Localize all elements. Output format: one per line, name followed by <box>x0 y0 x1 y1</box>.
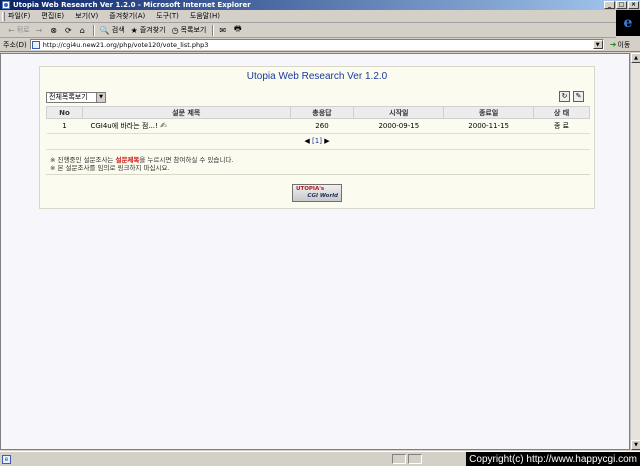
minimize-button[interactable]: _ <box>604 1 615 9</box>
survey-subject-link[interactable]: CGI4u에 바라는 점...! ✍ <box>82 118 291 134</box>
column-header-subject: 설문 제목 <box>81 106 291 119</box>
stop-icon: ⊗ <box>50 25 57 35</box>
address-input[interactable]: http://cgi4u.new21.org/php/vote120/vote_… <box>29 39 604 50</box>
toolbar: ← 뒤로 → ⊗ ⟳ ⌂ 🔍 검색 ★ 즐겨찾기 ◷ 목록보기 ✉ 🖶 <box>0 23 616 38</box>
note-line-1: ※ 진행중인 설문조사는 설문제목을 누르시면 참여하실 수 있습니다. <box>50 156 234 164</box>
status-cell <box>392 454 406 464</box>
window-title: Utopia Web Research Ver 1.2.0 - Microsof… <box>13 1 251 9</box>
write-icon[interactable]: ✎ <box>573 91 584 102</box>
pencil-icon: ✍ <box>160 121 167 130</box>
row-end-date: 2000-11-15 <box>443 118 534 134</box>
row-status: 종 료 <box>533 118 590 134</box>
badge-line-1: UTOPIA's <box>296 186 325 192</box>
ie-logo: e <box>616 10 640 36</box>
survey-panel: Utopia Web Research Ver 1.2.0 전체목록보기 ▼ ↻… <box>39 66 595 209</box>
table-header-row: No 설문 제목 총응답 시작일 종료일 상 태 <box>46 106 590 119</box>
status-bar: e Copyright(c) http://www.happycgi.com <box>0 451 640 466</box>
pagination: ◀ [1] ▶ <box>40 137 594 145</box>
menu-grip <box>2 12 5 21</box>
back-button[interactable]: ← 뒤로 <box>8 25 30 35</box>
column-header-total: 총응답 <box>289 106 355 119</box>
page-icon <box>31 40 40 49</box>
stop-button[interactable]: ⊗ <box>50 26 59 35</box>
mail-icon: ✉ <box>219 25 227 35</box>
column-header-no: No <box>46 106 83 119</box>
copyright-text: Copyright(c) http://www.happycgi.com <box>466 452 640 466</box>
toolbar-separator <box>212 24 215 36</box>
menu-view[interactable]: 보기(V) <box>75 11 98 21</box>
address-url: http://cgi4u.new21.org/php/vote120/vote_… <box>42 40 209 49</box>
history-icon: ◷ <box>171 25 179 35</box>
refresh-icon: ⟳ <box>65 25 72 35</box>
menu-edit[interactable]: 편집(E) <box>41 11 64 21</box>
badge-line-2: CGI World <box>307 193 338 199</box>
page-title: Utopia Web Research Ver 1.2.0 <box>246 71 388 82</box>
print-icon: 🖶 <box>234 24 242 33</box>
menu-help[interactable]: 도움말(H) <box>190 11 220 21</box>
go-button[interactable]: ➜ 이동 <box>610 40 631 50</box>
list-view-select[interactable]: 전체목록보기 ▼ <box>46 92 106 103</box>
menu-file[interactable]: 파일(F) <box>8 11 30 21</box>
note-line-2: ※ 본 설문조사를 임의로 링크하지 마십시요. <box>50 164 170 172</box>
survey-table: No 설문 제목 총응답 시작일 종료일 상 태 1 CGI4u에 바라는 점.… <box>46 106 590 134</box>
toolbar-separator <box>92 24 95 36</box>
page-content: Utopia Web Research Ver 1.2.0 전체목록보기 ▼ ↻… <box>0 53 630 450</box>
note-highlight: 설문제목 <box>115 156 140 164</box>
search-icon: 🔍 <box>99 25 110 35</box>
scroll-up-arrow-icon[interactable]: ▲ <box>631 53 640 63</box>
print-button[interactable]: 🖶 <box>234 23 244 37</box>
menu-bar: 파일(F) 편집(E) 보기(V) 즐겨찾기(A) 도구(T) 도움말(H) <box>0 10 640 23</box>
vertical-scrollbar[interactable]: ▲ ▼ <box>630 53 640 450</box>
history-button[interactable]: ◷ 목록보기 <box>172 25 207 35</box>
ie-logo-icon: e <box>623 15 633 31</box>
row-start-date: 2000-09-15 <box>353 118 444 134</box>
ie-app-icon <box>2 1 10 9</box>
menu-favorites[interactable]: 즐겨찾기(A) <box>109 11 145 21</box>
forward-button[interactable]: → <box>36 26 45 35</box>
maximize-button[interactable]: □ <box>616 1 627 9</box>
column-header-end: 종료일 <box>443 106 535 119</box>
favorites-button[interactable]: ★ 즐겨찾기 <box>131 25 166 35</box>
address-bar: 주소(D) http://cgi4u.new21.org/php/vote120… <box>0 38 640 52</box>
chevron-down-icon: ▼ <box>96 93 105 102</box>
favorites-icon: ★ <box>130 25 138 35</box>
home-button[interactable]: ⌂ <box>80 26 87 35</box>
address-dropdown-arrow-icon[interactable]: ▼ <box>592 40 603 49</box>
next-page-icon[interactable]: ▶ <box>324 137 329 145</box>
refresh-button[interactable]: ⟳ <box>65 26 74 35</box>
row-total: 260 <box>290 118 354 134</box>
back-arrow-icon: ← <box>8 25 15 35</box>
menu-tools[interactable]: 도구(T) <box>156 11 179 21</box>
home-icon: ⌂ <box>79 25 85 35</box>
scroll-down-arrow-icon[interactable]: ▼ <box>631 440 640 450</box>
prev-page-icon[interactable]: ◀ <box>304 137 309 145</box>
table-row: 1 CGI4u에 바라는 점...! ✍ 260 2000-09-15 2000… <box>46 118 590 134</box>
column-header-status: 상 태 <box>533 106 590 119</box>
go-arrow-icon: ➜ <box>609 40 617 49</box>
refresh-list-icon[interactable]: ↻ <box>559 91 570 102</box>
search-button[interactable]: 🔍 검색 <box>100 25 125 35</box>
page-link-current[interactable]: [1] <box>312 137 322 145</box>
status-cell <box>408 454 422 464</box>
column-header-start: 시작일 <box>353 106 445 119</box>
address-label: 주소(D) <box>3 40 27 49</box>
notes: ※ 진행중인 설문조사는 설문제목을 누르시면 참여하실 수 있습니다. ※ 본… <box>50 156 233 172</box>
forward-arrow-icon: → <box>35 25 43 35</box>
page-done-icon: e <box>2 454 11 464</box>
close-button[interactable]: × <box>628 1 639 9</box>
utopia-cgi-badge[interactable]: UTOPIA's CGI World <box>292 184 342 202</box>
row-no: 1 <box>46 118 83 134</box>
mail-button[interactable]: ✉ <box>219 26 228 35</box>
title-bar: Utopia Web Research Ver 1.2.0 - Microsof… <box>0 0 640 10</box>
